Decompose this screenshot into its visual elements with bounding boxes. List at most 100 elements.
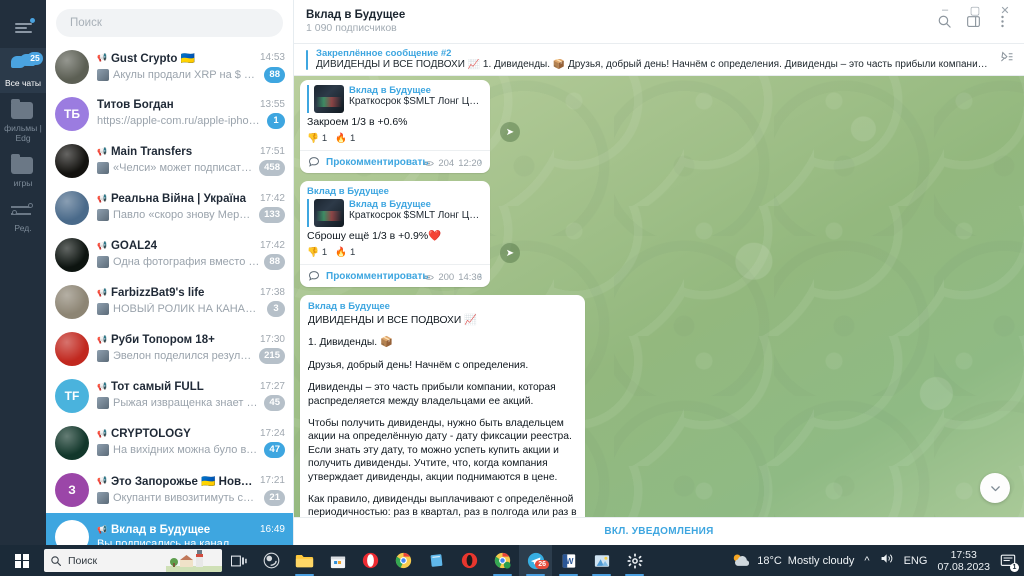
megaphone-icon: 📢 [97, 476, 107, 485]
close-button[interactable]: ✕ [990, 0, 1020, 20]
message-bubble[interactable]: Вклад в Будущее Вклад в Будущее Краткоср… [300, 181, 490, 287]
enable-notifications-bar[interactable]: ВКЛ. УВЕДОМЛЕНИЯ [294, 517, 1024, 545]
task-view-glyph [231, 554, 247, 568]
weather-widget[interactable]: 18°C Mostly cloudy [731, 553, 854, 568]
notes-glyph [429, 553, 444, 568]
menu-icon[interactable] [0, 8, 46, 48]
scroll-to-bottom-button[interactable] [980, 473, 1010, 503]
pinned-message-bar[interactable]: Закреплённое сообщение #2 ДИВИДЕНДЫ И ВС… [294, 44, 1024, 76]
view-count: 204 [438, 158, 454, 169]
opera-icon[interactable] [354, 545, 387, 576]
chat-list-item[interactable]: 📢Руби Топором 18+17:30Эвелон поделился р… [46, 325, 293, 372]
rail-item-edit-folders[interactable]: Ред. [0, 193, 46, 238]
settings-icon[interactable] [618, 545, 651, 576]
message-scroll: Вклад в Будущее Краткосрок $SMLT Лонг Це… [294, 76, 1024, 517]
pinned-list-icon[interactable] [999, 50, 1014, 70]
chat-item-preview: НОВЫЙ РОЛИК НА КАНАЛЕ! смотрет... [113, 303, 263, 315]
chat-list-item[interactable]: ТБТитов Богдан13:55https://apple-com.ru/… [46, 90, 293, 137]
chat-item-body: 📢Руби Топором 18+17:30Эвелон поделился р… [97, 334, 285, 364]
word-icon[interactable]: W [552, 545, 585, 576]
share-button[interactable]: ➤ [500, 122, 520, 142]
chat-item-bottom-row: Акулы продали XRP на $ 63,2 ...88 [97, 67, 285, 83]
chrome-beta-icon[interactable] [486, 545, 519, 576]
tray-expand-icon[interactable]: ^ [864, 555, 869, 567]
chat-list-item[interactable]: TF📢Тот самый FULL17:27Рыжая извращенка з… [46, 372, 293, 419]
system-tray: 18°C Mostly cloudy ^ ENG 17:53 07.08.202… [731, 549, 1022, 573]
chats-icon: 25 [11, 54, 35, 76]
chat-item-bottom-row: «Челси» может подписать Пар...458 [97, 160, 285, 176]
chat-list-item[interactable]: 📢Main Transfers17:51«Челси» может подпис… [46, 137, 293, 184]
avatar [55, 285, 89, 319]
folder-icon [11, 154, 35, 176]
reaction-thumbsdown[interactable]: 👎 1 [307, 247, 327, 258]
chat-item-bottom-row: Рыжая извращенка знает как ра...45 [97, 395, 285, 411]
sticky-notes-icon[interactable] [420, 545, 453, 576]
unread-badge: 3 [267, 301, 285, 317]
volume-icon[interactable] [880, 552, 894, 570]
photos-icon[interactable] [585, 545, 618, 576]
chat-item-bottom-row: https://apple-com.ru/apple-iphone-12-pr.… [97, 113, 285, 129]
preview-thumbnail [97, 162, 109, 174]
chat-list-item[interactable]: 📢Реальна Війна | Україна17:42 Павло «скор… [46, 184, 293, 231]
microsoft-store-icon[interactable] [321, 545, 354, 576]
rail-item-all-chats[interactable]: 25 Все чаты [0, 48, 46, 93]
obs-icon[interactable] [255, 545, 288, 576]
unread-badge: 47 [264, 442, 285, 458]
forwarded-block[interactable]: Вклад в Будущее Краткосрок $SMLT Лонг Це… [307, 199, 483, 227]
chat-list[interactable]: 📢Gust Crypto 🇺🇦14:53 Акулы продали XRP на… [46, 43, 293, 545]
forward-snippet: Краткосрок $SMLT Лонг Цель… [349, 210, 483, 222]
forwarded-block[interactable]: Вклад в Будущее Краткосрок $SMLT Лонг Це… [307, 85, 483, 113]
chat-list-item[interactable]: 📢Вклад в Будущее16:49Вы подписались на к… [46, 513, 293, 545]
long-message-bubble[interactable]: Вклад в Будущее ДИВИДЕНДЫ И ВСЕ ПОДВОХИ … [300, 295, 585, 517]
megaphone-icon: 📢 [97, 288, 107, 297]
reaction-thumbsdown[interactable]: 👎 1 [307, 133, 327, 144]
search-input[interactable]: Поиск [56, 9, 283, 37]
rail-item-games[interactable]: игры [0, 148, 46, 193]
windows-start-icon[interactable] [2, 545, 42, 576]
reactions[interactable]: 👎 1 🔥 1 [307, 247, 483, 258]
weather-temperature: 18°C [757, 555, 782, 567]
chat-item-top-row: 📢Это Запорожье 🇺🇦 Новости17:21 [97, 474, 285, 488]
maximize-button[interactable]: ▢ [960, 0, 990, 20]
screen-root: 25 Все чаты фильмы | Edg игры Ред. [0, 0, 1024, 576]
chat-item-bottom-row: НОВЫЙ РОЛИК НА КАНАЛЕ! смотрет... 3 [97, 301, 285, 317]
reaction-fire[interactable]: 🔥 1 [335, 133, 355, 144]
reaction-fire[interactable]: 🔥 1 [335, 247, 355, 258]
task-view-icon[interactable] [222, 545, 255, 576]
share-button[interactable]: ➤ [500, 243, 520, 263]
pinned-title: Закреплённое сообщение #2 [316, 48, 991, 59]
forward-thumbnail [314, 85, 344, 113]
chat-item-top-row: 📢Реальна Війна | Україна17:42 [97, 193, 285, 205]
message-meta: 200 14:36 [424, 272, 482, 283]
chrome-icon[interactable] [387, 545, 420, 576]
chat-item-time: 17:42 [260, 240, 285, 251]
conversation-titles[interactable]: Вклад в Будущее 1 090 подписчиков [306, 9, 405, 34]
chat-item-time: 14:53 [260, 52, 285, 63]
telegram-icon[interactable]: 26 [519, 545, 552, 576]
chat-item-body: 📢Main Transfers17:51«Челси» может подпис… [97, 146, 285, 176]
clock[interactable]: 17:53 07.08.2023 [937, 549, 990, 573]
chat-item-body: 📢Вклад в Будущее16:49Вы подписались на к… [97, 524, 285, 546]
rail-item-films[interactable]: фильмы | Edg [0, 93, 46, 148]
reactions[interactable]: 👎 1 🔥 1 [307, 133, 483, 144]
chat-list-item[interactable]: 📢FarbizzBat9's life17:38НОВЫЙ РОЛИК НА К… [46, 278, 293, 325]
message-bubble[interactable]: Вклад в Будущее Краткосрок $SMLT Лонг Це… [300, 80, 490, 173]
opera-gx-icon[interactable] [453, 545, 486, 576]
chat-list-item[interactable]: 📢Gust Crypto 🇺🇦14:53 Акулы продали XRP на… [46, 43, 293, 90]
language-indicator[interactable]: ENG [904, 555, 928, 567]
chat-list-item[interactable]: З📢Это Запорожье 🇺🇦 Новости17:21Окупанти … [46, 466, 293, 513]
long-message-paragraph: ДИВИДЕНДЫ И ВСЕ ПОДВОХИ 📈 [308, 314, 577, 327]
file-explorer-icon[interactable] [288, 545, 321, 576]
reaction-count: 1 [322, 247, 327, 258]
minimize-button[interactable]: – [930, 0, 960, 20]
forward-snippet: Краткосрок $SMLT Лонг Цель… [349, 96, 483, 108]
unread-badge: 133 [259, 207, 285, 223]
chat-item-top-row: 📢Gust Crypto 🇺🇦14:53 [97, 51, 285, 65]
chat-list-item[interactable]: 📢GOAL2417:42Одна фотография вместо тысяч… [46, 231, 293, 278]
message-area[interactable]: Вклад в Будущее Краткосрок $SMLT Лонг Це… [294, 76, 1024, 517]
chat-item-preview: Окупанти вивозитимуть сміття з... [113, 492, 260, 504]
search-input[interactable]: Поиск [44, 549, 222, 572]
chat-item-preview: Павло «скоро знову Мерседес» ка... [113, 209, 255, 221]
chat-list-item[interactable]: 📢CRYPTOLOGY17:24На вихідних можна було в… [46, 419, 293, 466]
notifications-icon[interactable]: 1 [1000, 553, 1016, 569]
